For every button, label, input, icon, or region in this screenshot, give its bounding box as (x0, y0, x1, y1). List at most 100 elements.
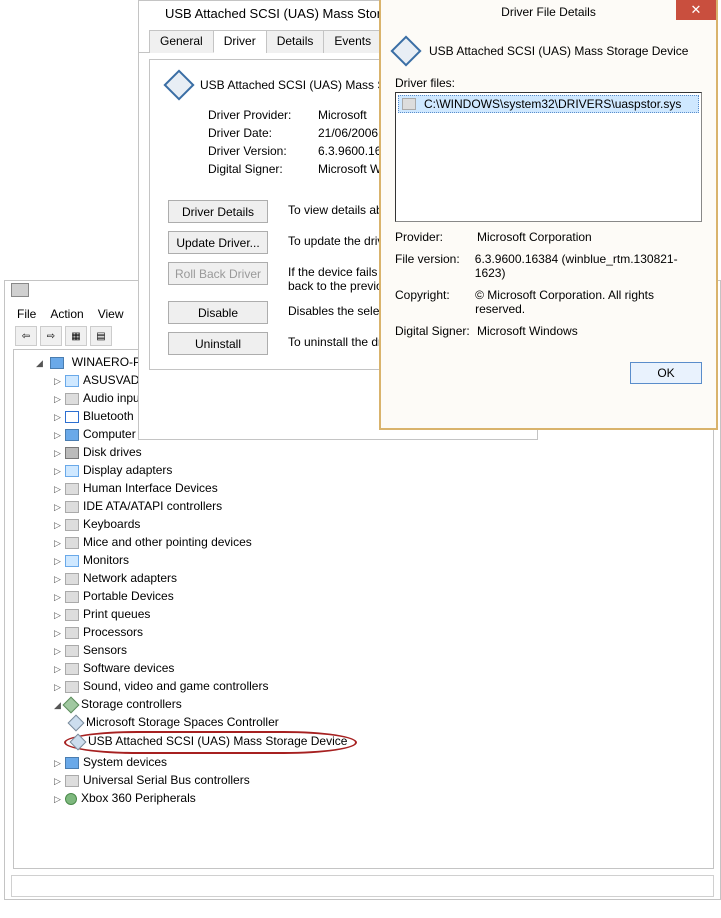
tree-node[interactable]: ▷Universal Serial Bus controllers (52, 772, 711, 790)
expand-icon[interactable]: ▷ (52, 607, 63, 624)
forward-icon[interactable]: ⇨ (40, 326, 62, 346)
tab-general[interactable]: General (149, 30, 214, 53)
driver-details-button[interactable]: Driver Details (168, 200, 268, 223)
monitor-icon (65, 555, 79, 567)
tree-node[interactable]: ▷Display adapters (52, 462, 711, 480)
processor-icon (65, 627, 79, 639)
tree-node[interactable]: ▷Print queues (52, 606, 711, 624)
tree-node-storage[interactable]: ◢Storage controllers Microsoft Storage S… (52, 696, 711, 754)
controller-icon (70, 733, 87, 750)
audio-icon (65, 393, 79, 405)
expand-icon[interactable]: ▷ (52, 481, 63, 498)
meta-version-value: 6.3.9600.16384 (winblue_rtm.130821-1623) (475, 252, 702, 280)
expand-icon[interactable]: ▷ (52, 445, 63, 462)
system-icon (65, 757, 79, 769)
menu-file[interactable]: File (17, 307, 36, 321)
tree-node[interactable]: ▷Processors (52, 624, 711, 642)
tree-node[interactable]: ▷Xbox 360 Peripherals (52, 790, 711, 808)
update-driver-button[interactable]: Update Driver... (168, 231, 268, 254)
driver-files-list[interactable]: C:\WINDOWS\system32\DRIVERS\uaspstor.sys (395, 92, 702, 222)
sound-icon (65, 681, 79, 693)
expand-icon[interactable]: ▷ (52, 535, 63, 552)
expand-icon[interactable]: ▷ (52, 409, 63, 426)
collapse-icon[interactable]: ◢ (34, 355, 45, 372)
meta-signer-value: Microsoft Windows (477, 324, 578, 338)
device-name: USB Attached SCSI (UAS) Mass Sto (200, 78, 395, 92)
expand-icon[interactable]: ▷ (52, 571, 63, 588)
expand-icon[interactable]: ▷ (52, 661, 63, 678)
details-title: Driver File Details (501, 5, 596, 19)
tab-events[interactable]: Events (323, 30, 382, 53)
expand-icon[interactable]: ▷ (52, 463, 63, 480)
details-titlebar[interactable]: Driver File Details ✕ (381, 0, 716, 24)
expand-icon[interactable]: ▷ (52, 517, 63, 534)
date-value: 21/06/2006 (318, 126, 378, 140)
tree-node[interactable]: ▷System devices (52, 754, 711, 772)
properties-icon[interactable]: ▤ (90, 326, 112, 346)
tree-node[interactable]: ▷Portable Devices (52, 588, 711, 606)
back-icon[interactable]: ⇦ (15, 326, 37, 346)
tree-node[interactable]: ▷Disk drives (52, 444, 711, 462)
tree-node[interactable]: ▷Keyboards (52, 516, 711, 534)
tree-leaf-highlighted[interactable]: USB Attached SCSI (UAS) Mass Storage Dev… (70, 731, 711, 754)
xbox-icon (65, 793, 77, 805)
tree-node[interactable]: ▷Sound, video and game controllers (52, 678, 711, 696)
collapse-icon[interactable]: ◢ (52, 697, 63, 714)
expand-icon[interactable]: ▷ (52, 499, 63, 516)
expand-icon[interactable]: ▷ (52, 773, 63, 790)
tree-node[interactable]: ▷Software devices (52, 660, 711, 678)
meta-signer-label: Digital Signer: (395, 324, 477, 338)
driver-file-path: C:\WINDOWS\system32\DRIVERS\uaspstor.sys (424, 97, 681, 111)
expand-icon[interactable]: ▷ (52, 373, 63, 390)
computer-category-icon (65, 429, 79, 441)
driver-files-label: Driver files: (395, 76, 702, 90)
software-icon (65, 663, 79, 675)
tab-driver[interactable]: Driver (213, 30, 267, 53)
date-label: Driver Date: (208, 126, 318, 140)
file-icon (402, 98, 416, 110)
expand-icon[interactable]: ▷ (52, 791, 63, 808)
storage-icon (63, 696, 80, 713)
close-button[interactable]: ✕ (676, 0, 716, 20)
expand-icon[interactable]: ▷ (52, 643, 63, 660)
device-icon (65, 375, 79, 387)
tree-node[interactable]: ▷Sensors (52, 642, 711, 660)
computer-icon (50, 357, 64, 369)
driver-file-item[interactable]: C:\WINDOWS\system32\DRIVERS\uaspstor.sys (398, 95, 699, 113)
tree-node[interactable]: ▷Network adapters (52, 570, 711, 588)
disable-button[interactable]: Disable (168, 301, 268, 324)
ide-icon (65, 501, 79, 513)
tree-node[interactable]: ▷IDE ATA/ATAPI controllers (52, 498, 711, 516)
toolbar: ⇦ ⇨ ▦ ▤ (9, 323, 118, 349)
network-icon (65, 573, 79, 585)
menu-action[interactable]: Action (50, 307, 83, 321)
tree-node[interactable]: ▷Mice and other pointing devices (52, 534, 711, 552)
portable-icon (65, 591, 79, 603)
controller-icon (68, 714, 85, 731)
tree-node[interactable]: ▷Human Interface Devices (52, 480, 711, 498)
menu-view[interactable]: View (98, 307, 124, 321)
tree-node[interactable]: ▷Monitors (52, 552, 711, 570)
expand-icon[interactable]: ▷ (52, 427, 63, 444)
version-label: Driver Version: (208, 144, 318, 158)
provider-label: Driver Provider: (208, 108, 318, 122)
expand-icon[interactable]: ▷ (52, 553, 63, 570)
show-hide-icon[interactable]: ▦ (65, 326, 87, 346)
meta-copyright-value: © Microsoft Corporation. All rights rese… (475, 288, 702, 316)
driver-file-details-window: Driver File Details ✕ USB Attached SCSI … (379, 0, 718, 430)
tree-leaf[interactable]: Microsoft Storage Spaces Controller (70, 714, 711, 731)
expand-icon[interactable]: ▷ (52, 589, 63, 606)
rollback-driver-button: Roll Back Driver (168, 262, 268, 285)
display-icon (65, 465, 79, 477)
expand-icon[interactable]: ▷ (52, 755, 63, 772)
ok-button[interactable]: OK (630, 362, 702, 384)
printer-icon (11, 283, 29, 297)
device-type-icon (390, 35, 421, 66)
printer-category-icon (65, 609, 79, 621)
uninstall-button[interactable]: Uninstall (168, 332, 268, 355)
provider-value: Microsoft (318, 108, 367, 122)
expand-icon[interactable]: ▷ (52, 625, 63, 642)
expand-icon[interactable]: ▷ (52, 679, 63, 696)
tab-details[interactable]: Details (266, 30, 325, 53)
expand-icon[interactable]: ▷ (52, 391, 63, 408)
